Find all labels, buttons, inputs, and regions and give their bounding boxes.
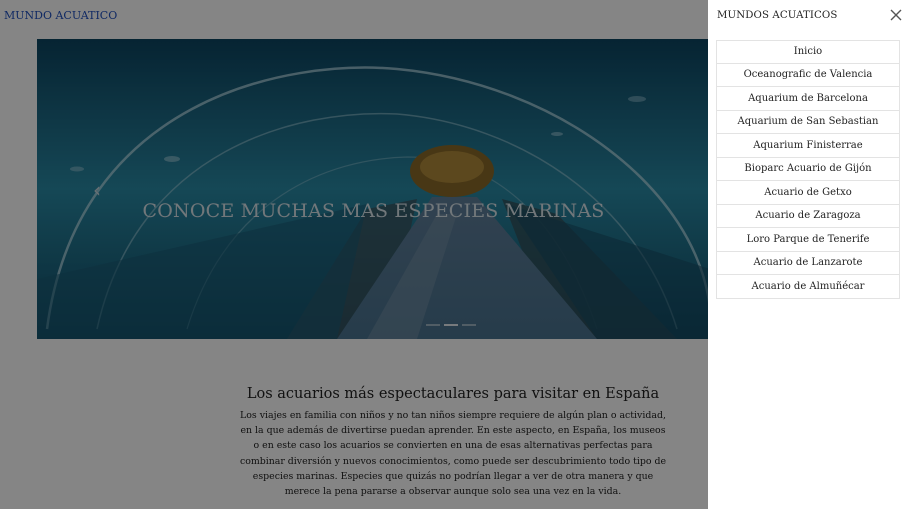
backdrop-overlay[interactable]	[0, 0, 708, 509]
menu-item-acuario-almunecar[interactable]: Acuario de Almuñécar	[716, 275, 900, 299]
menu-item-loro-parque[interactable]: Loro Parque de Tenerife	[716, 228, 900, 252]
menu-item-bioparc-gijon[interactable]: Bioparc Acuario de Gijón	[716, 157, 900, 181]
offcanvas-menu: MUNDOS ACUATICOS Inicio Oceanografic de …	[708, 0, 908, 509]
menu-item-acuario-getxo[interactable]: Acuario de Getxo	[716, 181, 900, 205]
offcanvas-nav: Inicio Oceanografic de Valencia Aquarium…	[716, 40, 900, 299]
offcanvas-title: MUNDOS ACUATICOS	[717, 10, 838, 21]
menu-item-aquarium-barcelona[interactable]: Aquarium de Barcelona	[716, 87, 900, 111]
menu-item-aquarium-san-sebastian[interactable]: Aquarium de San Sebastian	[716, 110, 900, 134]
close-button[interactable]	[888, 7, 904, 23]
menu-item-aquarium-finisterrae[interactable]: Aquarium Finisterrae	[716, 134, 900, 158]
menu-item-inicio[interactable]: Inicio	[716, 40, 900, 64]
menu-item-oceanografic[interactable]: Oceanografic de Valencia	[716, 63, 900, 87]
menu-item-acuario-zaragoza[interactable]: Acuario de Zaragoza	[716, 204, 900, 228]
menu-item-acuario-lanzarote[interactable]: Acuario de Lanzarote	[716, 251, 900, 275]
close-icon	[890, 9, 902, 21]
